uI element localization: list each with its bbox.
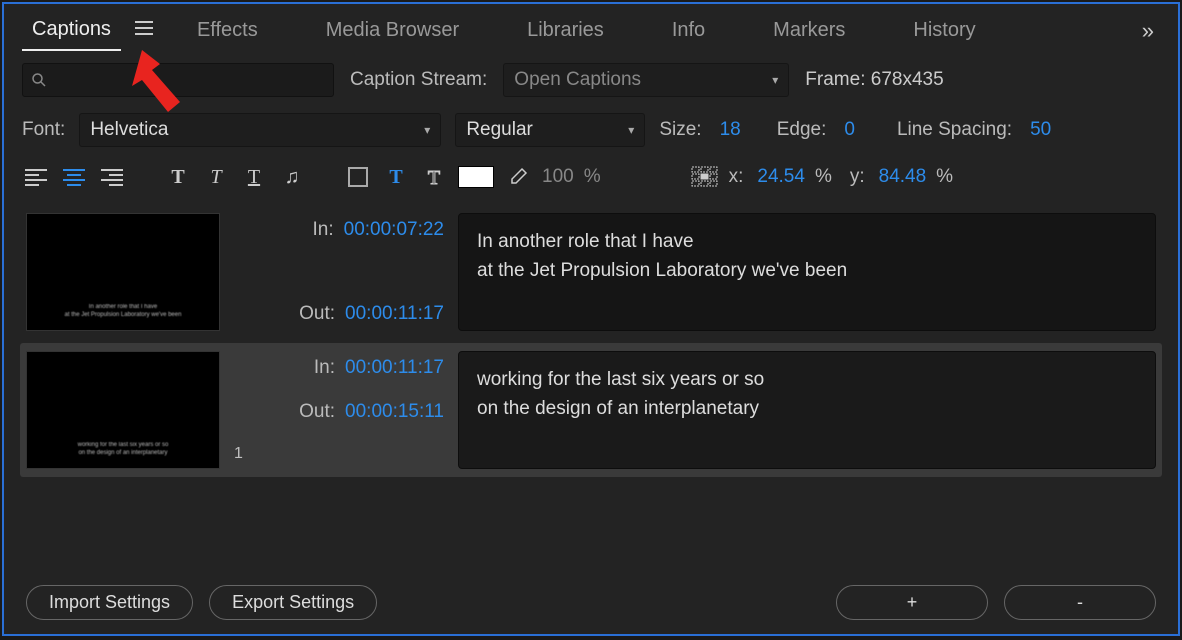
tab-history[interactable]: History [903,11,985,50]
x-label: x: [729,166,744,188]
panel-menu-icon[interactable] [135,21,153,40]
frame-label: Frame: 678x435 [805,69,943,91]
caption-stream-value: Open Captions [514,69,641,91]
remove-caption-button[interactable]: - [1004,585,1156,620]
svg-text:T: T [428,167,440,188]
x-pct: % [815,166,832,188]
line-spacing-label: Line Spacing: [897,119,1012,141]
tab-effects[interactable]: Effects [187,11,268,50]
tab-markers[interactable]: Markers [763,11,855,50]
tab-bar: Captions Effects Media Browser Libraries… [4,4,1178,53]
align-left-button[interactable] [22,163,50,191]
tab-captions[interactable]: Captions [22,10,121,51]
edge-label: Edge: [777,119,827,141]
size-label: Size: [659,119,701,141]
in-label: In: [314,357,335,379]
x-input[interactable]: 24.54 [757,166,805,188]
captions-list: In another role that I haveat the Jet Pr… [4,205,1178,573]
music-note-button[interactable]: ♫ [278,163,306,191]
align-center-button[interactable] [60,163,88,191]
color-swatch[interactable] [458,166,494,188]
out-label: Out: [299,303,335,325]
caption-row[interactable]: working for the last six years or soon t… [20,343,1162,477]
text-color-button[interactable]: T [382,163,410,191]
in-timecode[interactable]: 00:00:07:22 [344,219,444,241]
caption-text[interactable]: In another role that I haveat the Jet Pr… [458,213,1156,331]
overflow-icon[interactable]: » [1142,18,1160,44]
font-family-select[interactable]: Helvetica ▾ [79,113,441,147]
caption-thumbnail: In another role that I haveat the Jet Pr… [26,213,220,331]
underline-button[interactable]: T [240,163,268,191]
bold-button[interactable]: T [164,163,192,191]
chevron-down-icon: ▾ [424,123,430,137]
italic-button[interactable]: T [202,163,230,191]
background-toggle[interactable] [344,163,372,191]
line-spacing-input[interactable]: 50 [1030,119,1051,141]
out-timecode[interactable]: 00:00:15:11 [345,401,444,423]
tab-libraries[interactable]: Libraries [517,11,614,50]
caption-text[interactable]: working for the last six years or soon t… [458,351,1156,469]
edge-input[interactable]: 0 [844,119,855,141]
caption-stream-label: Caption Stream: [350,69,487,91]
y-pct: % [936,166,953,188]
search-input[interactable] [22,63,334,97]
in-timecode[interactable]: 00:00:11:17 [345,357,444,379]
caption-row[interactable]: In another role that I haveat the Jet Pr… [20,205,1162,339]
y-input[interactable]: 84.48 [879,166,927,188]
align-right-button[interactable] [98,163,126,191]
chevron-down-icon: ▾ [628,123,634,137]
y-label: y: [850,166,865,188]
tab-info[interactable]: Info [662,11,715,50]
font-label: Font: [22,119,65,141]
font-family-value: Helvetica [90,119,168,141]
font-style-select[interactable]: Regular ▾ [455,113,645,147]
out-timecode[interactable]: 00:00:11:17 [345,303,444,325]
outline-button[interactable]: T [420,163,448,191]
chevron-down-icon: ▾ [772,73,778,87]
export-settings-button[interactable]: Export Settings [209,585,377,620]
caption-stream-select[interactable]: Open Captions ▾ [503,63,789,97]
add-caption-button[interactable]: + [836,585,988,620]
font-style-value: Regular [466,119,533,141]
position-grid-button[interactable] [691,163,719,191]
caption-thumbnail: working for the last six years or soon t… [26,351,220,469]
eyedropper-button[interactable] [504,163,532,191]
tab-media-browser[interactable]: Media Browser [316,11,469,50]
opacity-suffix: % [584,166,601,188]
opacity-value[interactable]: 100 [542,166,574,188]
in-label: In: [313,219,334,241]
out-label: Out: [299,401,335,423]
size-input[interactable]: 18 [720,119,741,141]
import-settings-button[interactable]: Import Settings [26,585,193,620]
